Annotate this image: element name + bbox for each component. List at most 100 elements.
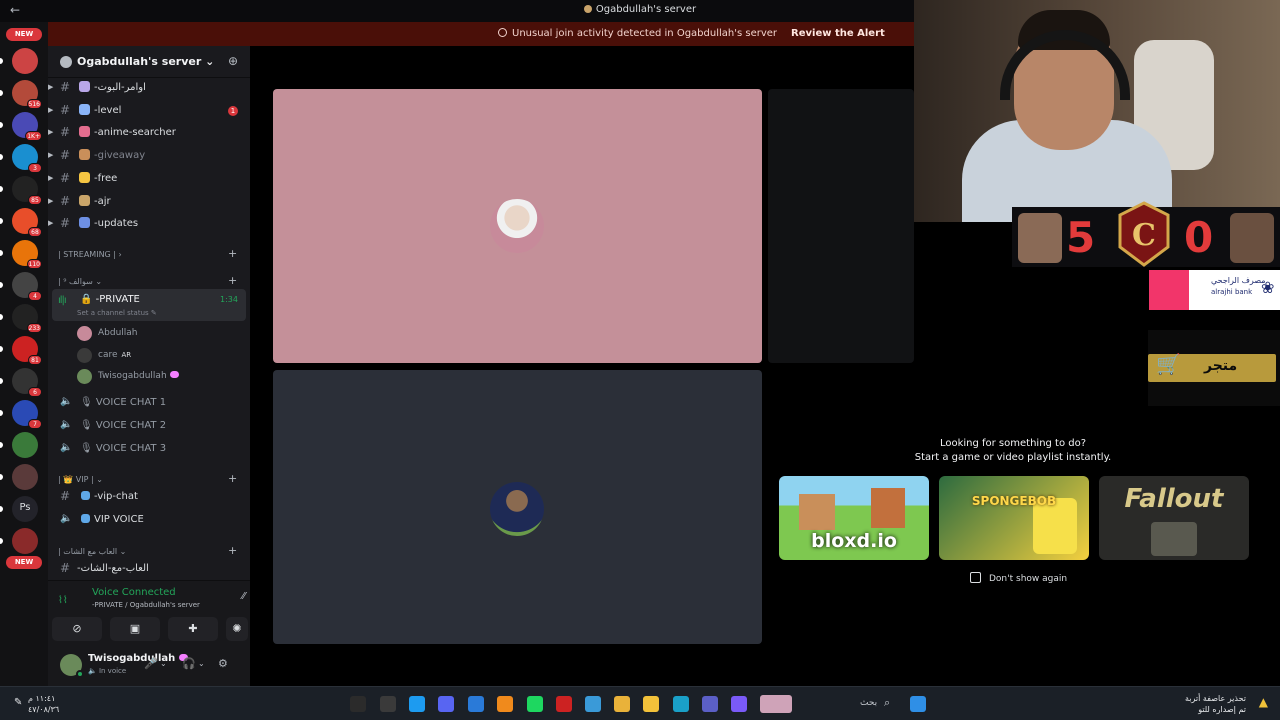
- voice-channel-3[interactable]: 🔈 🎙 VOICE CHAT 3: [48, 439, 250, 459]
- text-channel[interactable]: ▶ # -ajr: [48, 192, 250, 212]
- unread-pill: [0, 474, 3, 480]
- unread-pill: [0, 410, 3, 416]
- media-player-icon[interactable]: [468, 696, 484, 712]
- hash-icon: #: [60, 80, 71, 94]
- server-header[interactable]: Ogabdullah's server ⌄ ⊕: [48, 46, 250, 78]
- add-channel-icon[interactable]: +: [228, 544, 237, 557]
- edge-icon[interactable]: [673, 696, 689, 712]
- taskbar-search[interactable]: بحث ⌕: [760, 695, 900, 713]
- screen-share-button[interactable]: ▣: [110, 617, 160, 641]
- mic-options-chevron-icon[interactable]: ⌄: [160, 659, 167, 668]
- unread-pill: [0, 442, 3, 448]
- voice-channel-1[interactable]: 🔈 🎙 VOICE CHAT 1: [48, 393, 250, 413]
- collapse-arrow-icon[interactable]: ▶: [48, 197, 53, 205]
- review-alert-button[interactable]: Review the Alert: [791, 28, 885, 39]
- server-icon-2[interactable]: 516: [12, 80, 42, 109]
- discord-icon[interactable]: [438, 696, 454, 712]
- channel-sidebar: Ogabdullah's server ⌄ ⊕ ▶ # -اوامر-البوت ▶ #…: [48, 46, 250, 686]
- server-icon-16[interactable]: [12, 528, 38, 554]
- text-channel[interactable]: ▶ # -level 1: [48, 101, 250, 121]
- server-icon-12[interactable]: 7: [12, 400, 42, 429]
- twitter-icon[interactable]: [409, 696, 425, 712]
- game-card-spongebob[interactable]: SPONGEBOB: [939, 476, 1089, 560]
- participant-tile[interactable]: [768, 89, 914, 363]
- category-games[interactable]: | العاب مع الشات ⌄ +: [48, 544, 250, 559]
- start-menu-icon[interactable]: [910, 696, 926, 712]
- collapse-arrow-icon[interactable]: ▶: [48, 128, 53, 136]
- collapse-arrow-icon[interactable]: ▶: [48, 151, 53, 159]
- server-icon-10[interactable]: 81: [12, 336, 42, 365]
- voice-participant[interactable]: care AR: [48, 345, 250, 365]
- collapse-arrow-icon[interactable]: ▶: [48, 219, 53, 227]
- collapse-arrow-icon[interactable]: ▶: [48, 174, 53, 182]
- vlc-icon[interactable]: [497, 696, 513, 712]
- text-channel[interactable]: ▶ # -updates: [48, 214, 250, 234]
- server-icon-3[interactable]: 1K+: [12, 112, 42, 141]
- spotify-icon[interactable]: [527, 696, 543, 712]
- audio-options-chevron-icon[interactable]: ⌄: [198, 659, 205, 668]
- unread-pill: [0, 282, 3, 288]
- channel-emoji-icon: [79, 217, 90, 229]
- chrome-icon[interactable]: [614, 696, 630, 712]
- dont-show-again-checkbox[interactable]: Don't show again: [970, 572, 1067, 584]
- add-channel-icon[interactable]: +: [228, 472, 237, 485]
- game-card-bloxd[interactable]: bloxd.io: [779, 476, 929, 560]
- voice-channel-2[interactable]: 🔈 🎙 VOICE CHAT 2: [48, 416, 250, 436]
- text-channel[interactable]: ▶ # -free: [48, 169, 250, 189]
- category-vip[interactable]: | 👑 VIP | ⌄ +: [48, 472, 250, 487]
- file-explorer-icon[interactable]: [643, 696, 659, 712]
- channel-emoji-icon: [79, 194, 90, 206]
- server-icon-15[interactable]: Ps: [12, 496, 38, 522]
- add-channel-icon[interactable]: +: [228, 274, 237, 287]
- voice-location[interactable]: -PRIVATE / Ogabdullah's server: [92, 601, 200, 609]
- server-icon-8[interactable]: 4: [12, 272, 42, 301]
- connection-signal-icon[interactable]: ⌇⌇: [58, 595, 68, 606]
- participant-tile-abdullah[interactable]: [273, 89, 762, 363]
- camera-off-button[interactable]: ⊘: [52, 617, 102, 641]
- category-sawalif[interactable]: | ⁹ سوالف ⌄ +: [48, 274, 250, 289]
- voice-participant[interactable]: Twisogabdullah: [48, 366, 250, 386]
- participant-tile-twisogabdullah[interactable]: [273, 370, 762, 644]
- collapse-arrow-icon[interactable]: ▶: [48, 106, 53, 114]
- soundboard-button[interactable]: ✺: [226, 617, 248, 641]
- server-icon-11[interactable]: 6: [12, 368, 42, 397]
- server-icon-14[interactable]: [12, 464, 38, 490]
- settings-gear-icon[interactable]: ⚙: [218, 657, 228, 670]
- noise-suppression-icon[interactable]: ⁄⁄: [242, 591, 245, 602]
- server-icon-7[interactable]: 110: [12, 240, 42, 269]
- collapse-arrow-icon[interactable]: ▶: [48, 83, 53, 91]
- channel-vip-chat[interactable]: # -vip-chat: [48, 487, 250, 507]
- game-card-fallout[interactable]: Fallout: [1099, 476, 1249, 560]
- microsoft-store-icon[interactable]: [585, 696, 601, 712]
- headphones-icon[interactable]: 🎧: [182, 657, 196, 670]
- channel-games-chat[interactable]: # -العاب-مع-الشات: [48, 559, 250, 579]
- username[interactable]: Twisogabdullah: [88, 653, 188, 664]
- voice-participant[interactable]: Abdullah: [48, 323, 250, 343]
- channel-status[interactable]: Set a channel status ✎: [77, 309, 157, 317]
- add-channel-icon[interactable]: +: [228, 247, 237, 260]
- copilot-icon[interactable]: [731, 696, 747, 712]
- teams-icon[interactable]: [702, 696, 718, 712]
- server-name[interactable]: Ogabdullah's server ⌄: [77, 55, 214, 68]
- channel-emoji-icon: [79, 103, 90, 115]
- microphone-icon[interactable]: 🎤: [144, 657, 158, 670]
- obs-icon[interactable]: [350, 696, 366, 712]
- voice-channel-private[interactable]: ıl|ı 🔒 -PRIVATE 1:34 Set a channel statu…: [52, 289, 246, 321]
- server-icon-13[interactable]: [12, 432, 38, 458]
- diamond-icon: [81, 491, 90, 500]
- server-icon-5[interactable]: 85: [12, 176, 42, 205]
- server-icon-6[interactable]: 68: [12, 208, 42, 237]
- server-icon-9[interactable]: 233: [12, 304, 42, 333]
- activities-button[interactable]: ✚: [168, 617, 218, 641]
- capcut-icon[interactable]: [380, 696, 396, 712]
- text-channel[interactable]: ▶ # -anime-searcher: [48, 123, 250, 143]
- server-icon-1[interactable]: [12, 48, 38, 74]
- invite-people-icon[interactable]: ⊕: [228, 54, 238, 68]
- voice-status[interactable]: Voice Connected: [92, 587, 176, 598]
- category-streaming[interactable]: | STREAMING | › +: [48, 247, 250, 262]
- voice-channel-vip[interactable]: 🔈 VIP VOICE: [48, 510, 250, 530]
- text-channel[interactable]: ▶ # -اوامر-البوت: [48, 78, 250, 98]
- server-icon-4[interactable]: 3: [12, 144, 42, 173]
- text-channel[interactable]: ▶ # -giveaway: [48, 146, 250, 166]
- app-icon[interactable]: [556, 696, 572, 712]
